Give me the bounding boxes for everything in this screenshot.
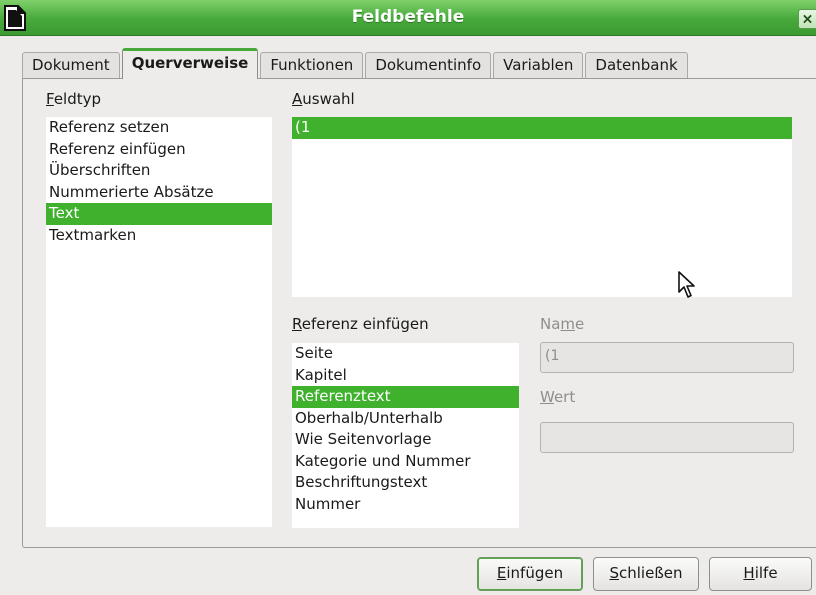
name-label: Name <box>540 315 585 333</box>
list-item[interactable]: Nummerierte Absätze <box>46 182 272 204</box>
list-item[interactable]: Überschriften <box>46 160 272 182</box>
title-bar: Feldbefehle <box>0 0 816 36</box>
referenz-list[interactable]: Seite Kapitel Referenztext Oberhalb/Unte… <box>292 343 519 528</box>
auswahl-label: Auswahl <box>292 90 355 108</box>
auswahl-list[interactable]: (1 <box>292 117 792 297</box>
list-item-selected[interactable]: (1 <box>292 117 792 139</box>
list-item[interactable]: Wie Seitenvorlage <box>292 429 519 451</box>
feldtyp-list[interactable]: Referenz setzen Referenz einfügen Übersc… <box>46 117 272 527</box>
list-item[interactable]: Oberhalb/Unterhalb <box>292 408 519 430</box>
tab-funktionen[interactable]: Funktionen <box>260 52 364 79</box>
list-item[interactable]: Referenz einfügen <box>46 139 272 161</box>
list-item-selected[interactable]: Referenztext <box>292 386 519 408</box>
list-item[interactable]: Nummer <box>292 494 519 516</box>
name-field[interactable]: (1 <box>540 342 794 373</box>
close-icon[interactable] <box>798 9 816 29</box>
feldtyp-label: Feldtyp <box>46 90 102 108</box>
list-item[interactable]: Textmarken <box>46 225 272 247</box>
list-item[interactable]: Referenz setzen <box>46 117 272 139</box>
tab-variablen[interactable]: Variablen <box>493 52 584 79</box>
mouse-pointer-icon <box>678 271 695 298</box>
list-item-selected[interactable]: Text <box>46 203 272 225</box>
close-button[interactable]: Schließen <box>593 557 699 591</box>
list-item[interactable]: Seite <box>292 343 519 365</box>
tab-querverweise[interactable]: Querverweise <box>121 48 259 79</box>
tab-bar: Dokument Querverweise Funktionen Dokumen… <box>22 48 690 79</box>
tab-dokument[interactable]: Dokument <box>22 52 120 79</box>
referenz-label: Referenz einfügen <box>292 315 429 333</box>
list-item[interactable]: Beschriftungstext <box>292 472 519 494</box>
window-title: Feldbefehle <box>351 7 465 27</box>
list-item[interactable]: Kapitel <box>292 365 519 387</box>
wert-label: Wert <box>540 388 576 406</box>
tab-dokumentinfo[interactable]: Dokumentinfo <box>365 52 492 79</box>
wert-field[interactable] <box>540 422 794 453</box>
insert-button[interactable]: Einfügen <box>477 557 583 591</box>
help-button[interactable]: Hilfe <box>709 557 812 591</box>
list-item[interactable]: Kategorie und Nummer <box>292 451 519 473</box>
tab-datenbank[interactable]: Datenbank <box>585 52 688 79</box>
